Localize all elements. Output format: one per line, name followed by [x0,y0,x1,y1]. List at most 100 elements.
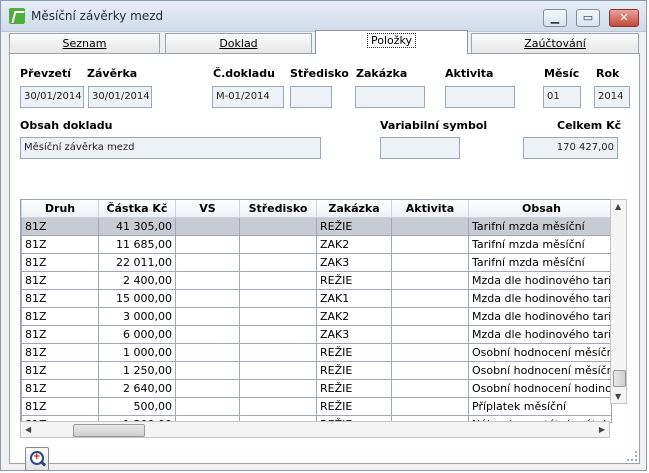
cell-zakazka[interactable]: REŽIE [316,361,392,380]
cell-aktivita[interactable] [391,271,469,290]
tab-doklad[interactable]: Doklad [165,33,312,53]
close-button[interactable]: ✕ [609,9,639,27]
tab-zauctovani[interactable]: Zaúčtování [471,33,639,53]
cell-castka[interactable]: 2 400,00 [98,271,176,290]
cell-obsah[interactable]: Mzda dle hodinového tarifu [468,325,611,344]
scroll-right-icon[interactable]: ▶ [599,425,605,434]
zakazka-field[interactable] [355,86,425,108]
cell-druh[interactable]: 81Z [21,361,99,380]
cell-stredisko[interactable] [239,289,317,308]
cell-stredisko[interactable] [239,361,317,380]
tab-polozky[interactable]: Položky [315,30,468,54]
cell-zakazka[interactable]: ZAK2 [316,235,392,254]
scroll-left-icon[interactable]: ◀ [25,425,31,434]
cell-aktivita[interactable] [391,361,469,380]
cell-vs[interactable] [175,361,240,380]
scroll-up-icon[interactable]: ▲ [615,202,621,211]
scroll-thumb-horizontal[interactable] [73,424,145,437]
cell-obsah[interactable]: Osobní hodnocení měsíční [468,361,611,380]
cell-aktivita[interactable] [391,379,469,398]
cell-aktivita[interactable] [391,343,469,362]
cell-castka[interactable]: 11 685,00 [98,235,176,254]
cell-obsah[interactable]: Tarifní mzda měsíční [468,235,611,254]
cell-castka[interactable]: 1 000,00 [98,343,176,362]
cell-aktivita[interactable] [391,289,469,308]
cell-druh[interactable]: 81Z [21,235,99,254]
cell-stredisko[interactable] [239,397,317,416]
cell-druh[interactable]: 81Z [21,271,99,290]
col-stredisko[interactable]: Středisko [239,200,317,218]
col-castka[interactable]: Částka Kč [98,200,176,218]
cell-obsah[interactable]: Příplatek měsíční [468,397,611,416]
cell-castka[interactable]: 500,00 [98,397,176,416]
table-row[interactable]: 81Z 3 000,00 ZAK2 Mzda dle hodinového tarif… [21,307,611,326]
cell-castka[interactable]: 1 250,00 [98,361,176,380]
cell-aktivita[interactable] [391,397,469,416]
cell-vs[interactable] [175,289,240,308]
cell-zakazka[interactable]: REŽIE [316,217,392,236]
col-zakazka[interactable]: Zakázka [316,200,392,218]
cell-zakazka[interactable]: REŽIE [316,379,392,398]
col-aktivita[interactable]: Aktivita [391,200,469,218]
varsym-field[interactable] [380,137,460,159]
resize-grip[interactable] [627,451,637,461]
title-bar[interactable]: Měsíční závěrky mezd ▁ ▭ ✕ [1,1,646,32]
items-grid[interactable]: Druh Částka Kč VS Středisko Zakázka Akti… [20,199,612,423]
scroll-down-icon[interactable]: ▼ [615,392,621,401]
table-row[interactable]: 81Z 2 400,00 REŽIE Mzda dle hodinového tari… [21,271,611,290]
tab-seznam[interactable]: Seznam [9,33,160,53]
cell-druh[interactable]: 81Z [21,343,99,362]
cell-castka[interactable]: 3 000,00 [98,307,176,326]
cell-obsah[interactable]: Tarifní mzda měsíční [468,217,611,236]
table-row[interactable]: 81Z 22 011,00 ZAK3 Tarifní mzda měsíční [21,253,611,272]
table-row[interactable]: 81Z 41 305,00 REŽIE Tarifní mzda měsíční [21,217,611,236]
cell-vs[interactable] [175,379,240,398]
table-row[interactable]: 81Z 500,00 REŽIE Příplatek měsíční [21,397,611,416]
cell-vs[interactable] [175,271,240,290]
scroll-thumb-vertical[interactable] [613,370,626,387]
rok-field[interactable]: 2014 [594,86,630,108]
cell-vs[interactable] [175,325,240,344]
cell-zakazka[interactable]: ZAK1 [316,289,392,308]
cell-druh[interactable]: 81Z [21,307,99,326]
cell-stredisko[interactable] [239,217,317,236]
cell-castka[interactable]: 2 640,00 [98,379,176,398]
cell-vs[interactable] [175,235,240,254]
minimize-button[interactable]: ▁ [543,9,567,27]
cell-aktivita[interactable] [391,235,469,254]
cell-zakazka[interactable]: REŽIE [316,343,392,362]
cell-aktivita[interactable] [391,307,469,326]
table-row[interactable]: 81Z 6 000,00 ZAK3 Mzda dle hodinového tarif… [21,325,611,344]
cell-vs[interactable] [175,253,240,272]
cell-vs[interactable] [175,217,240,236]
cell-aktivita[interactable] [391,325,469,344]
cell-castka[interactable]: 41 305,00 [98,217,176,236]
horizontal-scrollbar[interactable]: ◀ ▶ [20,421,610,438]
cell-stredisko[interactable] [239,253,317,272]
cell-stredisko[interactable] [239,271,317,290]
cell-stredisko[interactable] [239,325,317,344]
cell-obsah[interactable]: Osobní hodnocení měsíční [468,343,611,362]
cell-druh[interactable]: 81Z [21,289,99,308]
cell-druh[interactable]: 81Z [21,397,99,416]
cell-vs[interactable] [175,307,240,326]
cell-aktivita[interactable] [391,217,469,236]
cell-zakazka[interactable]: ZAK3 [316,325,392,344]
table-row[interactable]: 81Z 2 640,00 REŽIE Osobní hodnocení hodinov… [21,379,611,398]
cell-zakazka[interactable]: REŽIE [316,397,392,416]
zaverka-field[interactable]: 30/01/2014 [88,86,152,108]
cell-vs[interactable] [175,343,240,362]
cdokladu-field[interactable]: M-01/2014 [212,86,284,108]
prevzeti-field[interactable]: 30/01/2014 [20,86,84,108]
mesic-field[interactable]: 01 [543,86,581,108]
cell-obsah[interactable]: Osobní hodnocení hodinové [468,379,611,398]
col-obsah[interactable]: Obsah [468,200,611,218]
col-vs[interactable]: VS [175,200,240,218]
aktivita-field[interactable] [445,86,515,108]
cell-zakazka[interactable]: REŽIE [316,271,392,290]
table-row[interactable]: 81Z 1 000,00 REŽIE Osobní hodnocení měsíční [21,343,611,362]
obsah-field[interactable]: Měsíční závěrka mezd [20,137,321,159]
cell-aktivita[interactable] [391,253,469,272]
cell-obsah[interactable]: Mzda dle hodinového tarifu [468,307,611,326]
cell-druh[interactable]: 81Z [21,379,99,398]
